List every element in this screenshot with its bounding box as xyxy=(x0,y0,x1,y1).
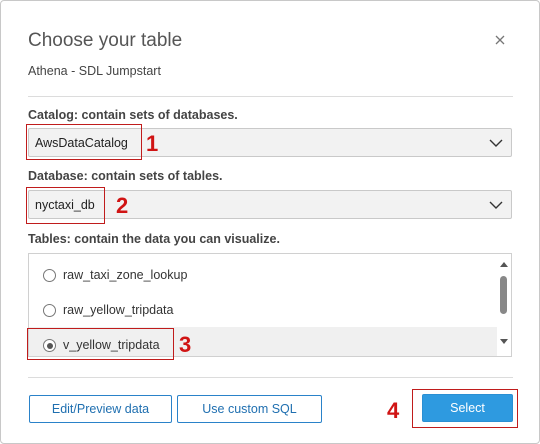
database-select[interactable]: nyctaxi_db xyxy=(28,190,512,219)
edit-preview-data-button[interactable]: Edit/Preview data xyxy=(29,395,172,423)
table-option[interactable]: raw_yellow_tripdata xyxy=(29,292,497,327)
table-option[interactable]: raw_taxi_zone_lookup xyxy=(29,257,497,292)
choose-table-dialog: Choose your table Athena - SDL Jumpstart… xyxy=(0,0,540,444)
annotation-number-3: 3 xyxy=(179,332,192,357)
radio-button-checked[interactable] xyxy=(43,339,56,352)
annotation-number-1: 1 xyxy=(146,131,159,156)
catalog-select-value: AwsDataCatalog xyxy=(35,136,128,150)
chevron-down-icon xyxy=(489,201,503,209)
use-custom-sql-button[interactable]: Use custom SQL xyxy=(177,395,322,423)
table-option-label: v_yellow_tripdata xyxy=(63,338,160,352)
scrollbar-thumb[interactable] xyxy=(500,276,507,314)
radio-button[interactable] xyxy=(43,269,56,282)
scroll-up-icon[interactable] xyxy=(499,260,509,268)
tables-label: Tables: contain the data you can visuali… xyxy=(28,232,280,246)
footer-divider xyxy=(28,377,513,378)
tables-list: raw_taxi_zone_lookup raw_yellow_tripdata… xyxy=(28,253,512,357)
select-button[interactable]: Select xyxy=(422,394,513,422)
database-label: Database: contain sets of tables. xyxy=(28,169,223,183)
list-scrollbar[interactable] xyxy=(496,254,511,356)
chevron-down-icon xyxy=(489,139,503,147)
catalog-select[interactable]: AwsDataCatalog xyxy=(28,128,512,157)
data-source-name: Athena - SDL Jumpstart xyxy=(28,64,161,78)
annotation-number-4: 4 xyxy=(387,398,400,423)
close-icon[interactable] xyxy=(491,31,511,51)
dialog-title: Choose your table xyxy=(28,30,183,51)
catalog-label: Catalog: contain sets of databases. xyxy=(28,108,238,122)
table-option-label: raw_taxi_zone_lookup xyxy=(63,268,188,282)
database-select-value: nyctaxi_db xyxy=(35,198,95,212)
header-divider xyxy=(28,96,513,97)
radio-button[interactable] xyxy=(43,304,56,317)
table-option-selected[interactable]: v_yellow_tripdata xyxy=(29,327,497,356)
annotation-number-2: 2 xyxy=(116,193,129,218)
scroll-down-icon[interactable] xyxy=(499,338,509,346)
table-option-label: raw_yellow_tripdata xyxy=(63,303,174,317)
